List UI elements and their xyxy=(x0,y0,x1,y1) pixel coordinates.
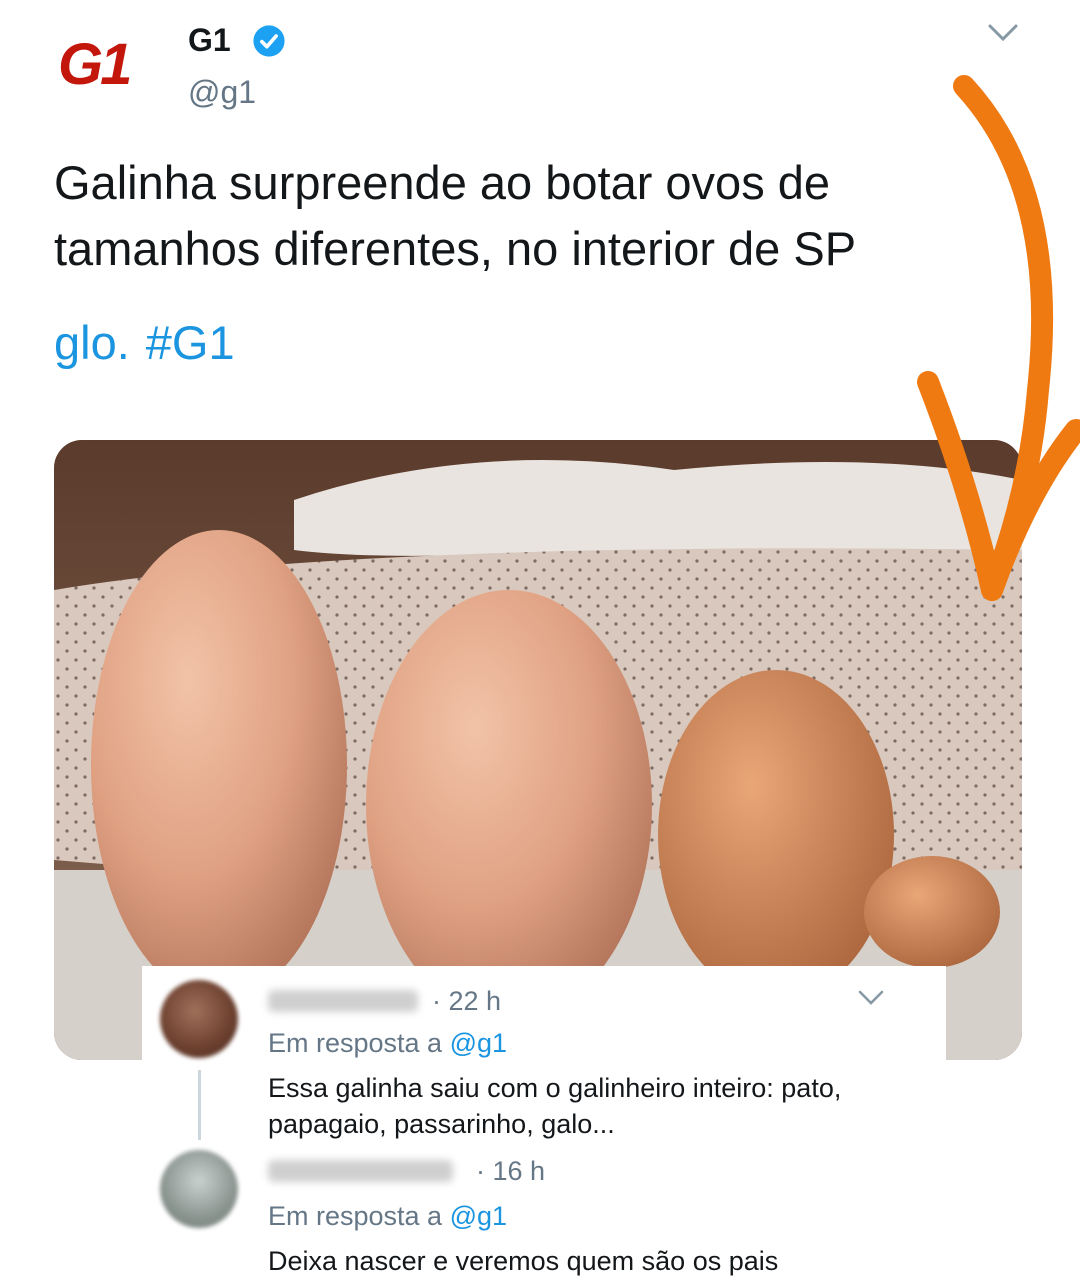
reply-text: Deixa nascer e veremos quem são os pais xyxy=(268,1246,779,1276)
reply-timestamp: · 16 h xyxy=(476,1156,546,1186)
reply-mention-link[interactable]: @g1 xyxy=(450,1201,507,1231)
reply-timestamp: · 22 h xyxy=(432,986,502,1016)
verified-badge-icon xyxy=(253,25,285,57)
reply-context-label: Em resposta a xyxy=(268,1201,443,1231)
reply-avatar[interactable] xyxy=(160,1150,238,1228)
tweet-hashtag-link[interactable]: #G1 xyxy=(146,316,235,369)
reply-avatar[interactable] xyxy=(160,980,238,1058)
reply-text: Essa galinha saiu com o galinheiro intei… xyxy=(268,1073,842,1139)
tweet-text: Galinha surpreende ao botar ovos de tama… xyxy=(54,156,857,275)
thread-connector xyxy=(198,1070,201,1140)
tweet-url-link[interactable]: glo. xyxy=(54,316,130,369)
chevron-down-icon[interactable] xyxy=(986,20,1020,46)
chevron-down-icon[interactable] xyxy=(856,986,886,1010)
account-name[interactable]: G1 xyxy=(188,20,231,60)
account-handle[interactable]: @g1 xyxy=(188,72,256,112)
tweet-links: glo. #G1 xyxy=(54,310,251,376)
reply-context: Em resposta a @g1 xyxy=(268,1199,507,1233)
reply-mention-link[interactable]: @g1 xyxy=(450,1028,507,1058)
reply-author-name-blurred[interactable] xyxy=(268,990,418,1012)
g1-logo: G1 xyxy=(58,32,132,97)
reply-author-name-blurred[interactable] xyxy=(268,1160,453,1182)
reply-context: Em resposta a @g1 xyxy=(268,1026,507,1060)
orange-arrow-icon xyxy=(917,75,1080,601)
reply-context-label: Em resposta a xyxy=(268,1028,443,1058)
